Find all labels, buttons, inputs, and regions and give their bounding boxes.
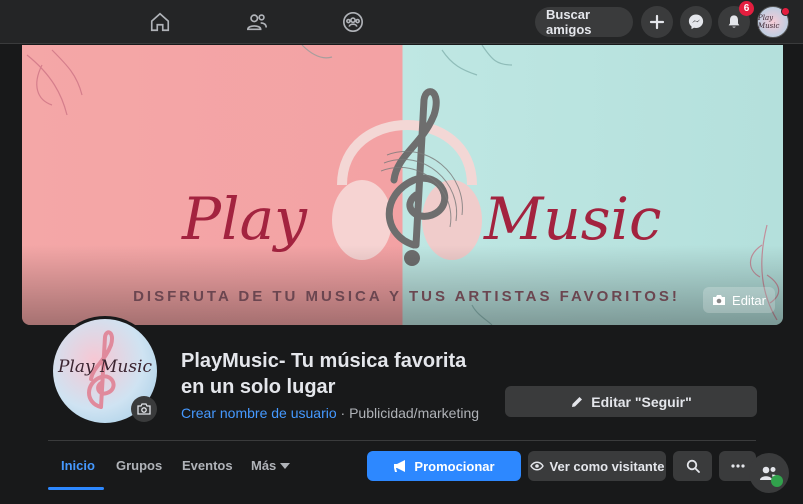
promote-label: Promocionar <box>414 458 495 474</box>
account-status-dot <box>781 7 790 16</box>
cover-word-play: Play <box>182 185 307 253</box>
ellipsis-icon <box>730 464 745 468</box>
view-as-visitor-label: Ver como visitante <box>549 458 665 474</box>
pencil-icon <box>572 396 583 407</box>
find-friends-label: Buscar amigos <box>546 7 592 37</box>
friends-icon[interactable] <box>237 8 277 36</box>
edit-cover-button[interactable]: Editar <box>703 287 775 313</box>
edit-follow-label: Editar "Seguir" <box>591 393 692 410</box>
page-category: · Publicidad/marketing <box>336 405 480 421</box>
cover-word-music: Music <box>484 185 662 253</box>
megaphone-icon <box>394 459 406 472</box>
notifications-button[interactable]: 6 <box>718 1 754 38</box>
tab-mas[interactable]: Más <box>251 458 291 473</box>
promote-button[interactable]: Promocionar <box>367 451 521 481</box>
camera-icon <box>713 295 726 305</box>
tab-mas-label: Más <box>251 458 277 473</box>
tab-grupos[interactable]: Grupos <box>116 458 162 473</box>
messenger-button[interactable] <box>680 6 712 38</box>
update-profile-picture-button[interactable] <box>131 396 157 422</box>
groups-icon[interactable] <box>333 8 373 36</box>
cover-tagline: DISFRUTA DE TU MUSICA Y TUS ARTISTAS FAV… <box>133 288 680 305</box>
view-as-visitor-button[interactable]: Ver como visitante <box>528 451 666 481</box>
search-icon <box>686 459 700 473</box>
home-icon[interactable] <box>140 8 180 36</box>
online-status-dot <box>771 475 783 487</box>
eye-icon <box>529 461 544 471</box>
account-avatar-logo: Play Music <box>758 14 780 30</box>
messenger-icon <box>688 14 704 30</box>
tab-inicio[interactable]: Inicio <box>61 458 95 473</box>
plus-icon <box>649 14 665 30</box>
create-username-link[interactable]: Crear nombre de usuario <box>181 405 337 421</box>
search-button[interactable] <box>673 451 712 481</box>
cover-shade <box>22 245 783 325</box>
tab-eventos[interactable]: Eventos <box>182 458 233 473</box>
edit-cover-label: Editar <box>732 292 766 308</box>
notifications-badge: 6 <box>739 1 754 16</box>
active-tab-indicator <box>48 487 104 490</box>
camera-icon <box>137 403 151 415</box>
page-title: PlayMusic- Tu música favorita en un solo… <box>181 350 467 398</box>
top-navigation-bar: Buscar amigos 6 Play Music <box>0 0 803 44</box>
find-friends-button[interactable]: Buscar amigos <box>535 7 633 37</box>
section-divider <box>48 440 756 441</box>
account-avatar[interactable]: Play Music <box>757 6 790 38</box>
avatar-logo-text: Play Music <box>57 357 153 377</box>
page-meta: Crear nombre de usuario · Publicidad/mar… <box>181 405 479 421</box>
edit-follow-button[interactable]: Editar "Seguir" <box>505 386 757 417</box>
cover-photo: Play Music DISFRUTA DE TU MUSICA Y TUS A… <box>22 45 783 325</box>
contacts-chat-button[interactable] <box>749 453 789 493</box>
create-button[interactable] <box>641 6 673 38</box>
chevron-down-icon <box>280 462 291 469</box>
bell-icon <box>728 15 740 28</box>
